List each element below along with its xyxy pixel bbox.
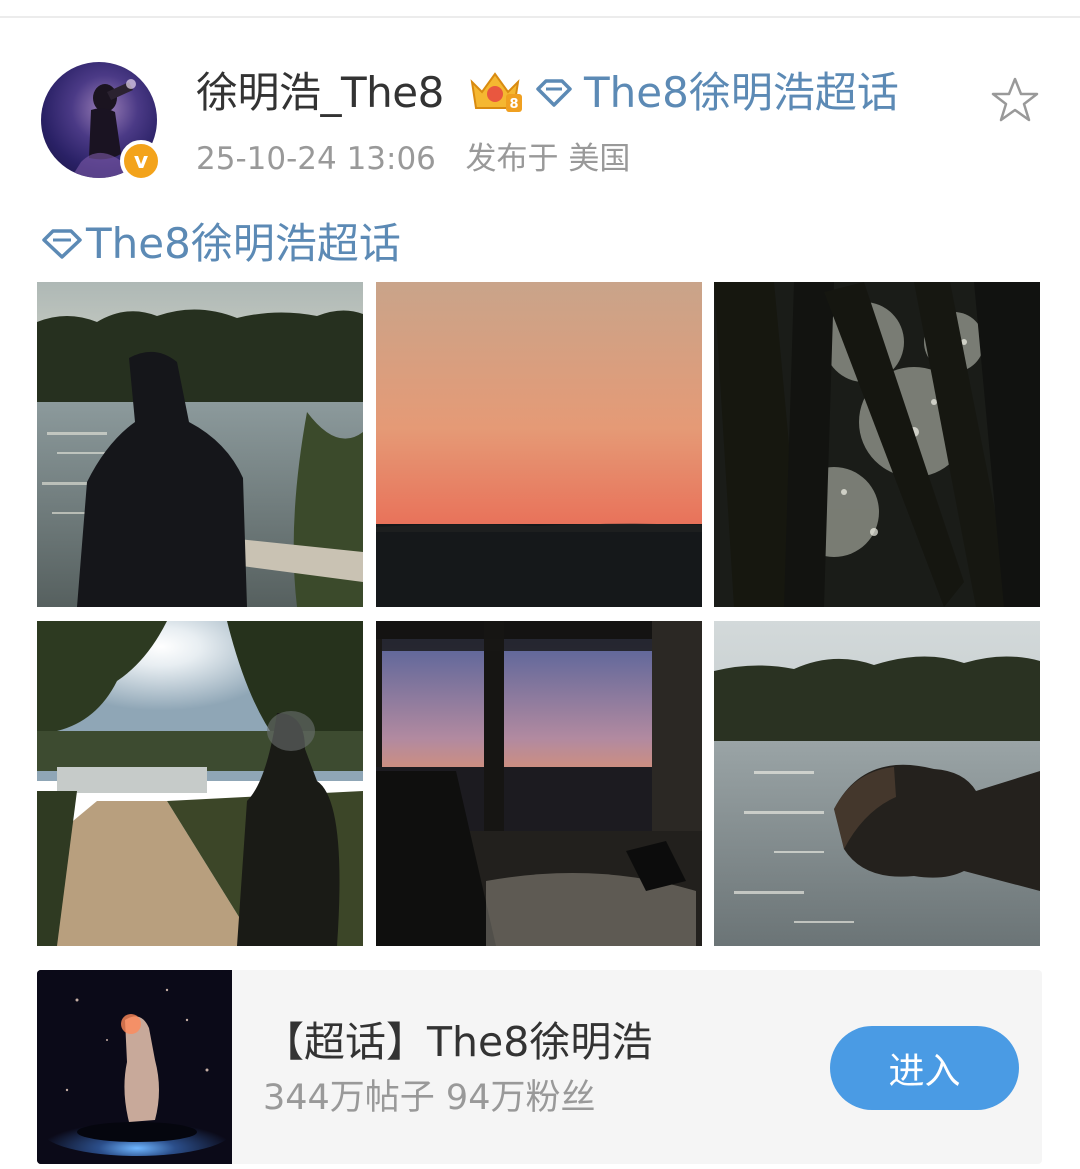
super-topic-tag-label: The8徐明浩超话: [584, 68, 899, 117]
crown-badge-icon[interactable]: 8: [466, 68, 524, 114]
topic-link-label: The8徐明浩超话: [86, 219, 401, 268]
photo-window-dusk[interactable]: [376, 621, 702, 946]
photo-tree-silhouettes[interactable]: [714, 282, 1040, 607]
photo-path-lake[interactable]: [37, 621, 363, 946]
username[interactable]: 徐明浩_The8: [196, 64, 444, 122]
super-topic-card[interactable]: 【超话】The8徐明浩 344万帖子 94万粉丝 进入: [37, 970, 1042, 1164]
super-topic-title[interactable]: 【超话】The8徐明浩: [263, 1014, 652, 1070]
enter-button[interactable]: 进入: [830, 1026, 1019, 1110]
super-topic-diamond-icon: [536, 79, 572, 107]
post-location: 发布于 美国: [465, 141, 631, 177]
post-timestamp: 25-10-24 13:06: [196, 141, 436, 177]
topic-link[interactable]: The8徐明浩超话: [40, 216, 401, 272]
photo-silhouette-lake[interactable]: [37, 282, 363, 607]
super-topic-thumbnail: [37, 970, 232, 1164]
photo-sunset-sky[interactable]: [376, 282, 702, 607]
favorite-star-icon[interactable]: [990, 76, 1040, 124]
post-meta: 25-10-24 13:06 发布于 美国: [196, 138, 630, 180]
super-topic-diamond-icon: [42, 229, 82, 259]
verified-icon: v: [120, 140, 162, 182]
super-topic-stats: 344万帖子 94万粉丝: [263, 1078, 596, 1118]
photo-lake-head-bowed[interactable]: [714, 621, 1040, 946]
svg-text:8: 8: [509, 97, 518, 112]
top-divider: [0, 16, 1080, 18]
super-topic-tag[interactable]: The8徐明浩超话: [534, 64, 899, 122]
